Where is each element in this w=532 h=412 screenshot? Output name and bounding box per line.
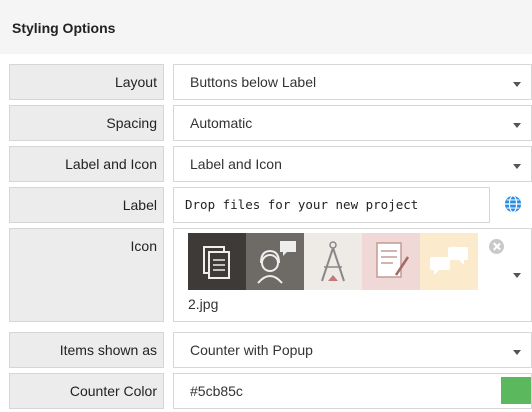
row-icon: Icon 2.jpg xyxy=(9,228,532,322)
chevron-down-icon xyxy=(513,273,521,278)
support-agent-icon xyxy=(246,233,304,290)
label-and-icon-value: Label and Icon xyxy=(190,156,282,172)
spacing-select[interactable]: Automatic xyxy=(173,105,532,141)
items-shown-as-label: Items shown as xyxy=(59,342,157,358)
row-label-and-icon: Label and Icon Label and Icon xyxy=(9,146,532,182)
label-input-container xyxy=(179,189,479,221)
counter-color-label-cell: Counter Color xyxy=(9,373,164,409)
icon-picker[interactable]: 2.jpg xyxy=(173,228,532,322)
layout-select[interactable]: Buttons below Label xyxy=(173,64,532,100)
panel-title: Styling Options xyxy=(12,20,116,36)
globe-icon[interactable] xyxy=(504,195,522,213)
layout-label-cell: Layout xyxy=(9,64,164,100)
counter-color-label: Counter Color xyxy=(69,383,157,399)
remove-icon[interactable] xyxy=(489,239,504,254)
label-label-cell: Label xyxy=(9,187,164,223)
chevron-down-icon xyxy=(513,123,521,128)
chevron-down-icon xyxy=(513,164,521,169)
counter-color-field[interactable]: #5cb85c xyxy=(173,373,532,409)
chat-bubbles-icon xyxy=(420,233,478,290)
architect-compass-icon xyxy=(304,233,362,290)
files-icon xyxy=(188,233,246,290)
label-field-wrapper xyxy=(173,187,532,223)
items-shown-as-select[interactable]: Counter with Popup xyxy=(173,332,532,368)
items-shown-as-value: Counter with Popup xyxy=(190,342,313,358)
row-label: Label xyxy=(9,187,532,223)
counter-color-value: #5cb85c xyxy=(190,383,243,399)
icon-label: Icon xyxy=(130,238,157,254)
chevron-down-icon xyxy=(513,350,521,355)
icon-preview-strip xyxy=(188,233,479,290)
icon-label-cell: Icon xyxy=(9,228,164,322)
spacing-value: Automatic xyxy=(190,115,253,131)
layout-value: Buttons below Label xyxy=(190,74,317,90)
spacing-label: Spacing xyxy=(106,115,157,131)
layout-label: Layout xyxy=(114,74,157,90)
label-and-icon-label-cell: Label and Icon xyxy=(9,146,164,182)
chevron-down-icon xyxy=(513,82,521,87)
label-and-icon-label: Label and Icon xyxy=(65,156,157,172)
panel-header: Styling Options xyxy=(0,0,532,54)
row-spacing: Spacing Automatic xyxy=(9,105,532,141)
document-sign-icon xyxy=(362,233,420,290)
row-counter-color: Counter Color #5cb85c xyxy=(9,373,532,409)
label-input[interactable] xyxy=(179,189,475,212)
label-label: Label xyxy=(122,197,157,213)
label-and-icon-select[interactable]: Label and Icon xyxy=(173,146,532,182)
color-swatch[interactable] xyxy=(501,377,531,404)
row-layout: Layout Buttons below Label xyxy=(9,64,532,100)
spacing-label-cell: Spacing xyxy=(9,105,164,141)
row-items-shown-as: Items shown as Counter with Popup xyxy=(9,332,532,368)
items-shown-as-label-cell: Items shown as xyxy=(9,332,164,368)
icon-filename: 2.jpg xyxy=(188,296,219,312)
